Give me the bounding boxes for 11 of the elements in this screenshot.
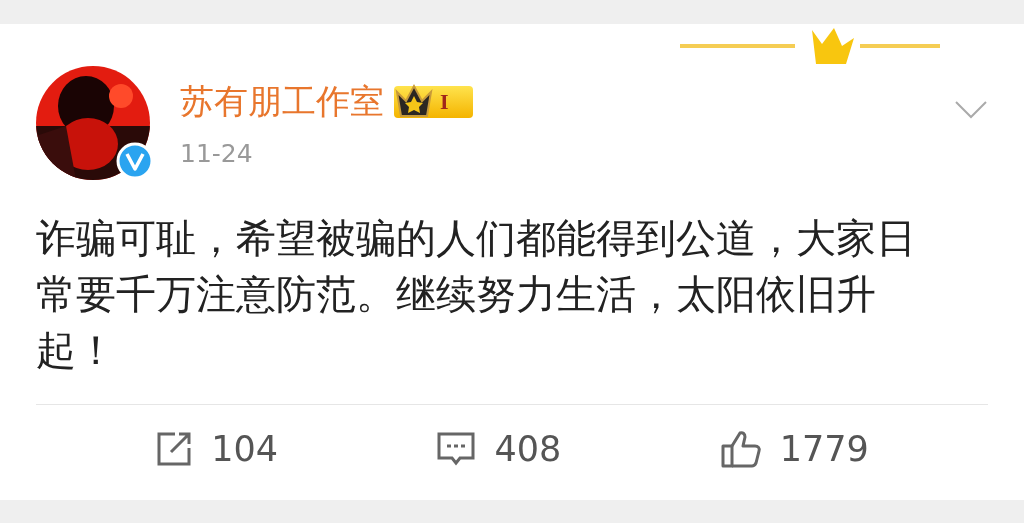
crown-decoration-icon	[680, 28, 940, 64]
comment-count: 408	[494, 429, 562, 469]
member-level-badge: I	[394, 85, 473, 118]
like-count: 1779	[779, 429, 869, 469]
thumbs-up-icon[interactable]	[719, 429, 762, 469]
share-icon[interactable]	[155, 430, 194, 468]
comment-icon[interactable]	[436, 430, 477, 468]
author-name[interactable]: 苏有朋工作室	[180, 78, 384, 125]
post-date: 11-24	[180, 138, 254, 168]
repost-count: 104	[211, 429, 278, 469]
post-text: 诈骗可耻，希望被骗的人们都能得到公道，大家日常要千万注意防范。继续努力生活，太阳依旧升起！	[36, 214, 917, 375]
